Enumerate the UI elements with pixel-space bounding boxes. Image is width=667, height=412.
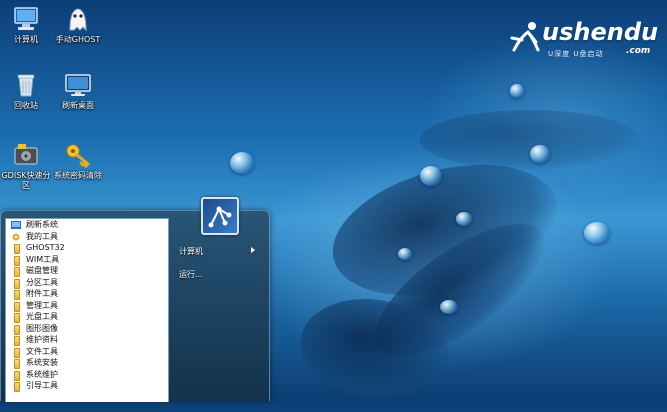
- desktop-icon-label: GDISK快速分区: [1, 171, 51, 190]
- folder-icon: [14, 244, 20, 254]
- menu-item-maintenance-docs[interactable]: 维护资料: [6, 334, 168, 346]
- tools-icon: [11, 233, 21, 241]
- menu-right-computer[interactable]: 计算机: [179, 246, 263, 257]
- folder-icon: [14, 382, 20, 392]
- menu-item-boot-tools[interactable]: 引导工具: [6, 380, 168, 392]
- folder-icon: [14, 324, 20, 335]
- desktop-icon-gdisk[interactable]: GDISK快速分区: [0, 142, 52, 191]
- desktop-icon-label: 计算机: [14, 35, 38, 44]
- desktop-icon-computer[interactable]: 计算机: [0, 6, 52, 45]
- gdisk-icon: [12, 142, 40, 168]
- menu-item-system-maintenance[interactable]: 系统维护: [6, 369, 168, 381]
- folder-icon: [14, 278, 20, 289]
- recycle-bin-icon: [12, 72, 40, 98]
- menu-right-run[interactable]: 运行...: [179, 269, 203, 280]
- logo-subtitle: U深度 U盘启动: [548, 50, 604, 58]
- desktop-icon-label: 回收站: [14, 101, 38, 110]
- desktop-icon-ghost[interactable]: 手动GHOST: [52, 6, 104, 45]
- ushendu-logo: ushendu .com U深度 U盘启动: [508, 16, 658, 60]
- desktop-icon-refresh-desktop[interactable]: 刷新桌面: [52, 72, 104, 111]
- folder-icon: [14, 359, 20, 369]
- desktop-icon-label: 手动GHOST: [55, 35, 101, 44]
- logo-text: ushendu: [542, 18, 659, 46]
- folder-icon: [14, 267, 20, 277]
- menu-item-partition-tools[interactable]: 分区工具: [6, 277, 168, 289]
- menu-item-accessory-tools[interactable]: 附件工具: [6, 288, 168, 300]
- folder-icon: [14, 255, 20, 266]
- menu-item-my-tools[interactable]: 我的工具: [6, 231, 168, 243]
- user-avatar[interactable]: [201, 197, 239, 235]
- menu-item-wim-tools[interactable]: WIM工具: [6, 254, 168, 266]
- programs-scrollbar[interactable]: [168, 219, 169, 402]
- desktop-icon-recycle-bin[interactable]: 回收站: [0, 72, 52, 111]
- key-icon: [64, 142, 92, 169]
- computer-icon: [12, 6, 40, 32]
- start-menu-right-pane: 计算机 运行...: [171, 197, 269, 401]
- menu-item-refresh-system[interactable]: 刷新系统: [6, 219, 168, 231]
- runner-icon: [510, 22, 540, 52]
- menu-item-graphics[interactable]: 图形图像: [6, 323, 168, 335]
- submenu-arrow-icon: [251, 247, 255, 253]
- menu-item-disk-management[interactable]: 磁盘管理: [6, 265, 168, 277]
- menu-item-admin-tools[interactable]: 管理工具: [6, 300, 168, 312]
- logo-suffix: .com: [626, 46, 651, 56]
- folder-icon: [14, 313, 20, 323]
- folder-icon: [14, 290, 20, 300]
- desktop-icon-label: 系统密码清除: [54, 171, 102, 180]
- desktop-icon-label: 刷新桌面: [62, 101, 94, 110]
- menu-item-system-install[interactable]: 系统安装: [6, 357, 168, 369]
- desktop-icon-password-clear[interactable]: 系统密码清除: [52, 142, 104, 181]
- folder-icon: [14, 370, 20, 381]
- ghost-icon: [64, 6, 92, 32]
- folder-icon: [14, 347, 20, 358]
- menu-item-ghost32[interactable]: GHOST32: [6, 242, 168, 254]
- folder-icon: [14, 301, 20, 312]
- start-menu: 刷新系统 我的工具 GHOST32 WIM工具 磁盘管理 分区工具 附件工具 管…: [0, 197, 270, 402]
- programs-list: 刷新系统 我的工具 GHOST32 WIM工具 磁盘管理 分区工具 附件工具 管…: [5, 218, 169, 402]
- refresh-icon: [11, 221, 21, 229]
- folder-icon: [14, 336, 20, 346]
- menu-item-cd-tools[interactable]: 光盘工具: [6, 311, 168, 323]
- network-icon: [208, 206, 232, 228]
- refresh-desktop-icon: [64, 72, 92, 98]
- menu-item-file-tools[interactable]: 文件工具: [6, 346, 168, 358]
